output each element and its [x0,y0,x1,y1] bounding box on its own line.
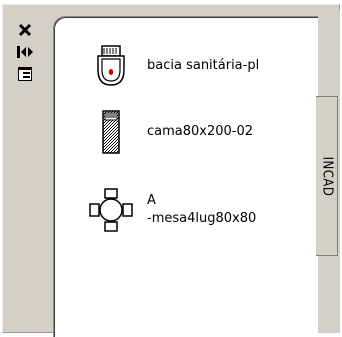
item-label: A -mesa4lug80x80 [147,192,256,228]
close-icon [18,23,32,37]
item-label: bacia sanitária-pl [147,58,260,73]
autohide-button[interactable] [15,42,35,62]
item-label: cama80x200-02 [147,124,254,139]
tab-incad-label: INCAD [319,156,335,196]
properties-button[interactable] [15,64,35,84]
palette-item-table[interactable]: A -mesa4lug80x80 [85,187,256,233]
palette-item-toilet[interactable]: bacia sanitária-pl [85,43,259,89]
item-label-line2: -mesa4lug80x80 [147,211,257,226]
close-button[interactable] [15,20,35,40]
bed-block-icon [85,109,137,155]
properties-icon [18,67,32,81]
item-label-line1: A [147,193,156,208]
toilet-block-icon [85,43,137,89]
table-block-icon [85,187,137,233]
tab-incad[interactable]: INCAD [316,96,338,256]
palette-titlebar [5,6,43,332]
palette-item-bed[interactable]: cama80x200-02 [85,109,253,155]
autohide-icon [17,46,33,58]
